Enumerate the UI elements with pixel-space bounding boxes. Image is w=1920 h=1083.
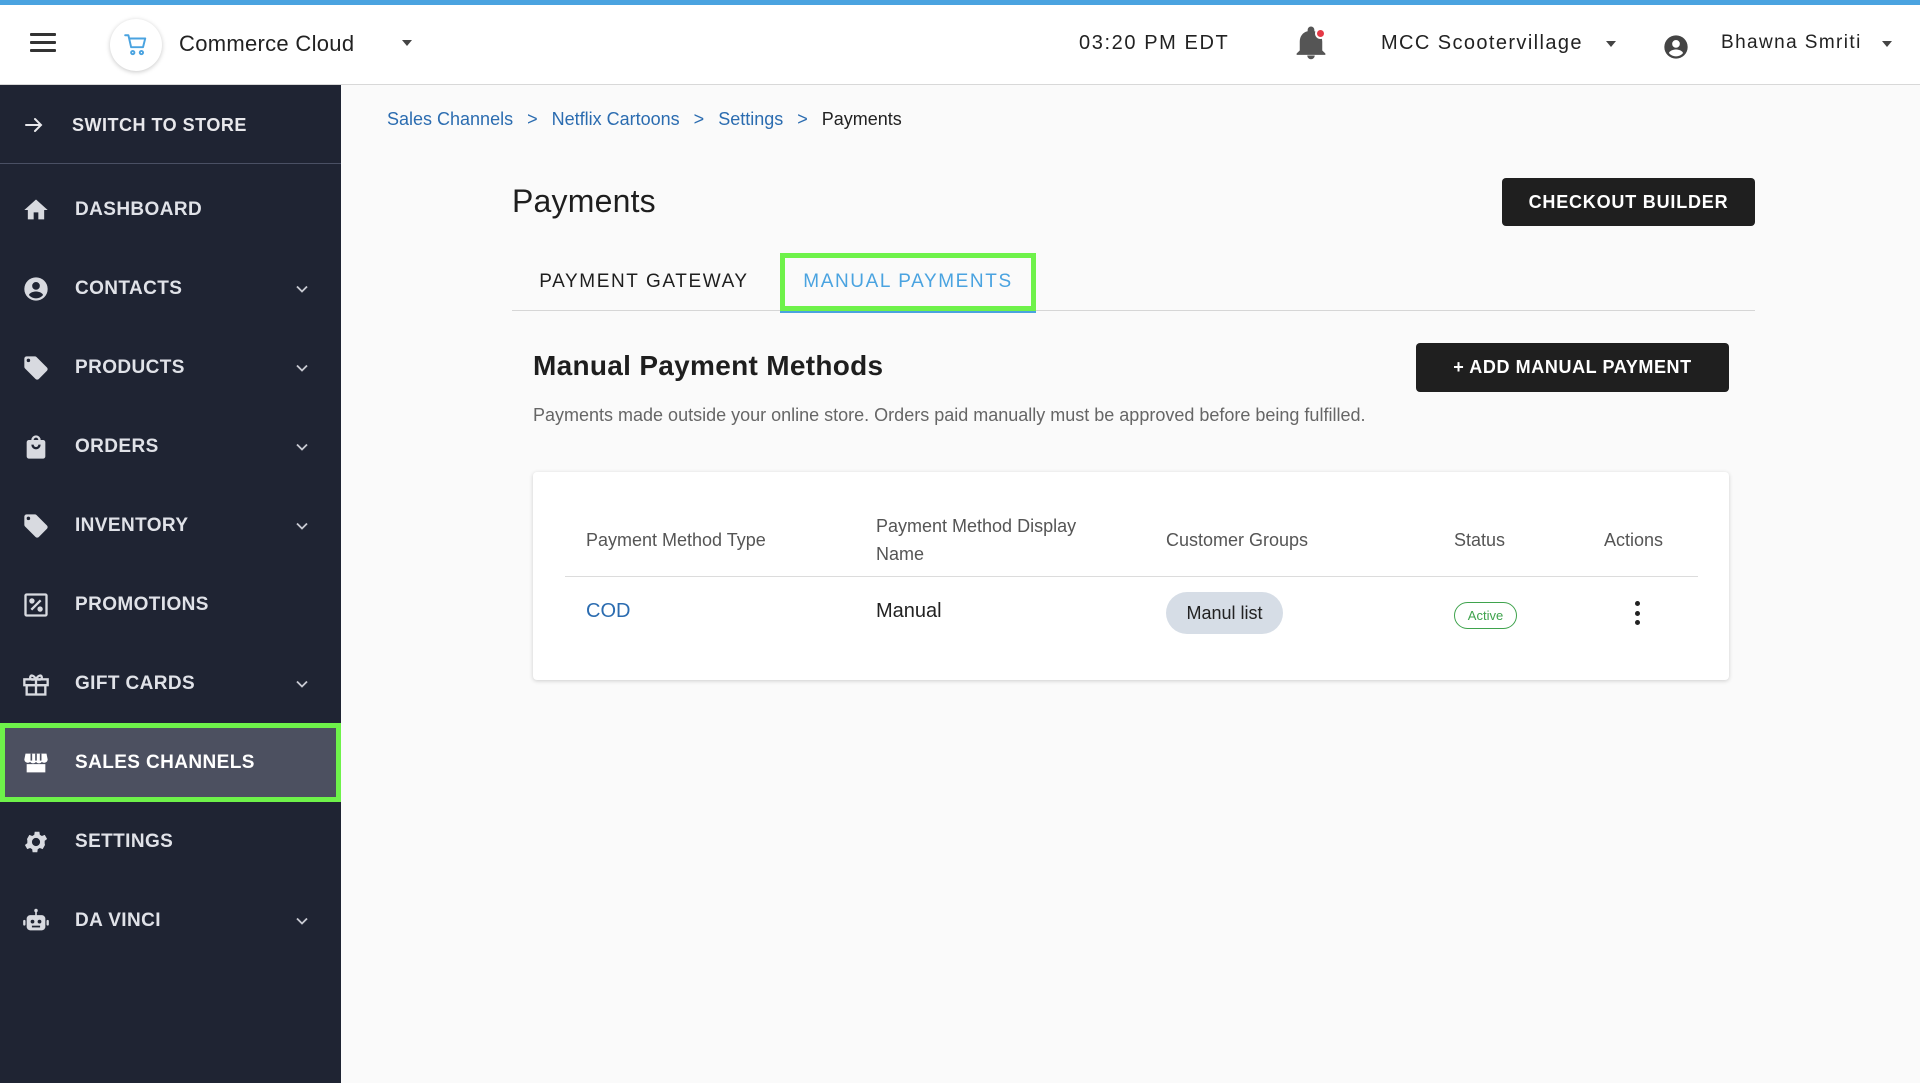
breadcrumb-sales-channels[interactable]: Sales Channels	[387, 109, 513, 130]
tag-icon	[24, 514, 48, 538]
user-avatar-icon[interactable]	[1662, 33, 1690, 61]
payment-method-type-link[interactable]: COD	[586, 600, 630, 623]
chevron-down-icon[interactable]	[292, 437, 312, 457]
payment-tabs: PAYMENT GATEWAY MANUAL PAYMENTS	[512, 253, 1755, 313]
chevron-down-icon[interactable]	[292, 279, 312, 299]
checkout-builder-button[interactable]: CHECKOUT BUILDER	[1502, 178, 1755, 226]
sidebar-item-products[interactable]: PRODUCTS	[0, 328, 341, 407]
store-selector[interactable]: MCC Scootervillage	[1381, 32, 1583, 55]
sidebar-item-label: PROMOTIONS	[75, 594, 209, 615]
chevron-down-icon[interactable]	[292, 516, 312, 536]
gift-icon	[23, 674, 49, 696]
sidebar-item-label: SETTINGS	[75, 831, 174, 852]
chevron-down-icon[interactable]	[292, 911, 312, 931]
sidebar-item-label: GIFT CARDS	[75, 673, 196, 694]
breadcrumb-separator: >	[797, 109, 808, 129]
sidebar-item-contacts[interactable]: CONTACTS	[0, 249, 341, 328]
sidebar-item-dashboard[interactable]: DASHBOARD	[0, 170, 341, 249]
header-divider	[565, 576, 1698, 577]
sidebar-item-inventory[interactable]: INVENTORY	[0, 486, 341, 565]
home-icon	[24, 199, 48, 220]
breadcrumb-netflix-cartoons[interactable]: Netflix Cartoons	[552, 109, 680, 130]
sidebar-item-label: ORDERS	[75, 436, 159, 457]
user-menu[interactable]: Bhawna Smriti	[1721, 32, 1862, 54]
breadcrumb-separator: >	[527, 109, 538, 129]
clock: 03:20 PM EDT	[1079, 32, 1230, 54]
status-badge: Active	[1454, 602, 1517, 629]
app-name[interactable]: Commerce Cloud	[179, 31, 354, 57]
storefront-icon	[24, 753, 48, 773]
tab-manual-payments-label: MANUAL PAYMENTS	[803, 271, 1013, 292]
column-header-status: Status	[1454, 530, 1506, 550]
sidebar-item-label: CONTACTS	[75, 278, 183, 299]
sidebar-item-label: SALES CHANNELS	[75, 752, 255, 773]
breadcrumb: Sales Channels > Netflix Cartoons > Sett…	[387, 109, 902, 130]
section-title: Manual Payment Methods	[533, 350, 884, 381]
sidebar-item-label: DASHBOARD	[75, 199, 203, 220]
sidebar-item-da-vinci[interactable]: DA VINCI	[0, 881, 341, 960]
sidebar-item-gift-cards[interactable]: GIFT CARDS	[0, 644, 341, 723]
sidebar-item-label: PRODUCTS	[75, 357, 185, 378]
notification-dot	[1315, 28, 1326, 39]
sidebar: SWITCH TO STORE DASHBOARD CONTACTS PRODU…	[0, 85, 341, 1083]
sidebar-item-orders[interactable]: ORDERS	[0, 407, 341, 486]
sidebar-item-label: DA VINCI	[75, 910, 161, 931]
customer-group-chip: Manul list	[1166, 592, 1283, 634]
sidebar-item-settings[interactable]: SETTINGS	[0, 802, 341, 881]
switch-to-store-label: SWITCH TO STORE	[72, 115, 247, 135]
column-header-display-name: Payment Method Display Name	[876, 516, 1077, 564]
chevron-down-icon[interactable]	[292, 674, 312, 694]
tag-icon	[24, 356, 48, 380]
user-caret-icon[interactable]	[1882, 41, 1892, 47]
add-manual-payment-button[interactable]: + ADD MANUAL PAYMENT	[1416, 343, 1729, 392]
tab-manual-payments[interactable]: MANUAL PAYMENTS	[780, 253, 1036, 313]
payment-method-display-name: Manual	[876, 600, 942, 622]
menu-icon[interactable]	[30, 33, 56, 53]
payment-methods-table: Payment Method Type Payment Method Displ…	[533, 472, 1729, 680]
sidebar-item-sales-channels[interactable]: SALES CHANNELS	[0, 723, 341, 802]
chevron-down-icon[interactable]	[292, 358, 312, 378]
more-actions-icon[interactable]	[1631, 599, 1643, 627]
column-header-actions: Actions	[1604, 530, 1664, 550]
shopping-bag-icon	[26, 435, 46, 459]
breadcrumb-separator: >	[693, 109, 705, 129]
sidebar-item-label: INVENTORY	[75, 515, 189, 536]
breadcrumb-current: Payments	[821, 109, 902, 129]
tab-payment-gateway[interactable]: PAYMENT GATEWAY	[512, 253, 776, 311]
store-caret-icon[interactable]	[1606, 41, 1616, 47]
percent-icon	[24, 593, 48, 617]
switch-to-store-button[interactable]: SWITCH TO STORE	[0, 85, 341, 164]
app-switcher-caret-icon[interactable]	[402, 40, 412, 46]
cart-logo-icon	[110, 19, 162, 71]
account-circle-icon	[24, 277, 48, 301]
sidebar-item-promotions[interactable]: PROMOTIONS	[0, 565, 341, 644]
robot-icon	[23, 908, 49, 931]
section-description: Payments made outside your online store.…	[533, 405, 1366, 425]
arrow-right-icon	[25, 118, 43, 132]
column-header-customer-groups: Customer Groups	[1166, 530, 1309, 550]
column-header-type: Payment Method Type	[586, 530, 766, 550]
active-tab-indicator	[780, 311, 1036, 313]
top-header: Commerce Cloud 03:20 PM EDT MCC Scooterv…	[0, 5, 1920, 85]
gear-icon	[24, 831, 48, 853]
page-title: Payments	[512, 183, 656, 219]
breadcrumb-settings[interactable]: Settings	[718, 109, 783, 130]
